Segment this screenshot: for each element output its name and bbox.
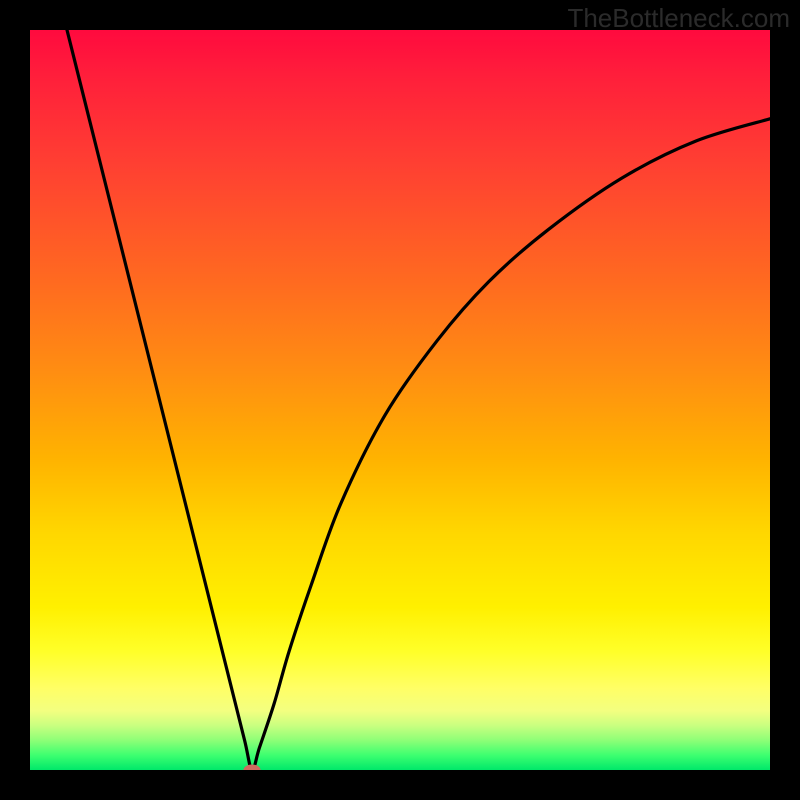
optimal-point-marker xyxy=(244,765,261,771)
chart-frame: TheBottleneck.com xyxy=(0,0,800,800)
bottleneck-curve xyxy=(67,30,770,770)
plot-area xyxy=(30,30,770,770)
curve-svg xyxy=(30,30,770,770)
watermark-text: TheBottleneck.com xyxy=(567,3,790,34)
